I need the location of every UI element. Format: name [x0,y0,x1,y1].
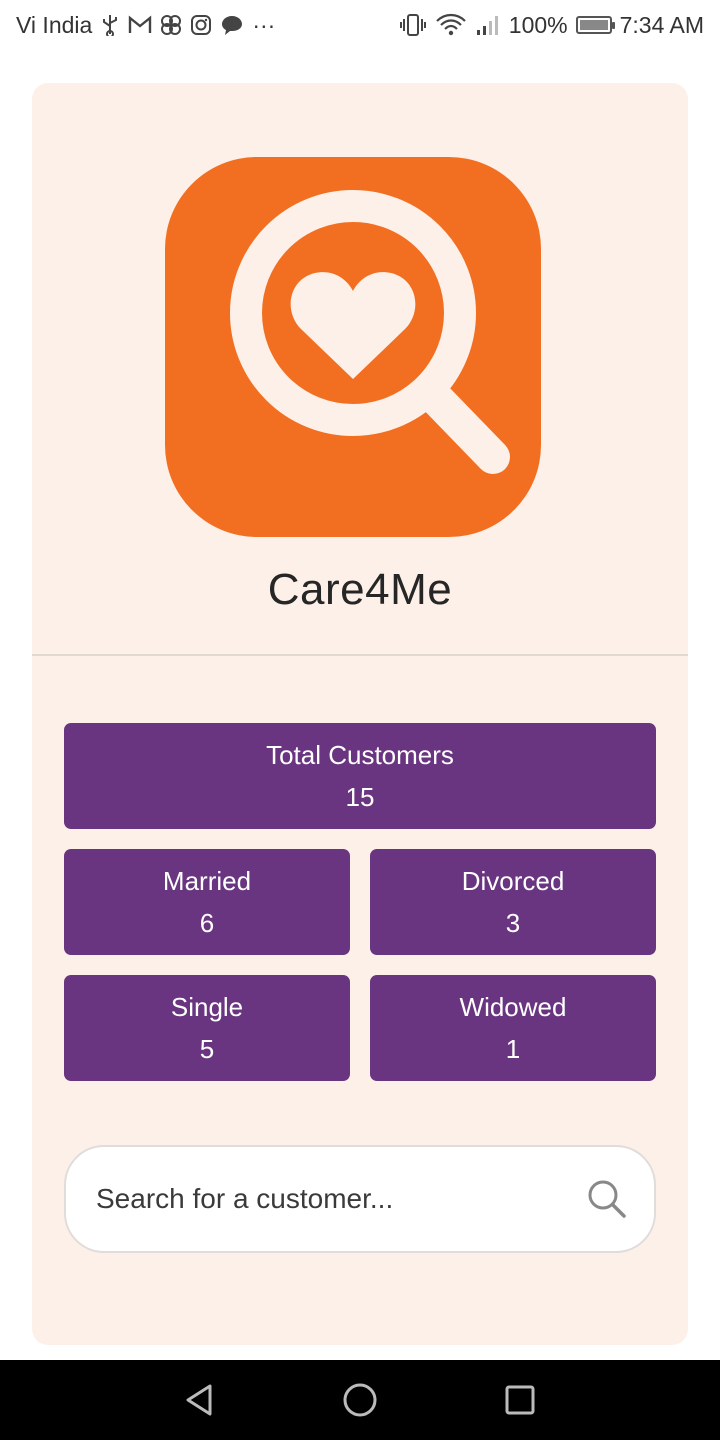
back-triangle-icon[interactable] [170,1370,230,1430]
more-notifications-icon: ··· [252,11,276,38]
instagram-icon [190,14,212,36]
pinwheel-icon [160,14,182,36]
divorced-card[interactable]: Divorced 3 [370,849,656,955]
widowed-card[interactable]: Widowed 1 [370,975,656,1081]
vibrate-icon [399,13,427,37]
screen: Vi India ··· 100% 7:34 AM Care4Me Total … [0,0,720,1440]
battery-percent: 100% [508,11,568,38]
battery-icon [575,16,615,34]
home-circle-icon[interactable] [330,1370,390,1430]
stat-label: Single [170,992,244,1022]
status-bar: Vi India ··· 100% 7:34 AM [0,0,720,50]
gmail-icon [128,15,152,35]
stat-value: 15 [345,782,375,812]
stat-value: 3 [505,908,521,938]
search-icon[interactable] [586,1178,628,1220]
chat-bubble-icon [220,14,244,36]
married-card[interactable]: Married 6 [64,849,350,955]
stat-label: Divorced [461,866,565,896]
clock: 7:34 AM [619,11,704,38]
usb-icon [100,14,120,36]
dashboard-card: Care4Me Total Customers 15 Married 6 Div… [32,83,688,1345]
stat-value: 5 [199,1034,215,1064]
divider [32,654,688,656]
system-nav-bar [0,1360,720,1440]
status-left: Vi India ··· [16,12,275,39]
status-right: 100% 7:34 AM [399,12,704,39]
single-card[interactable]: Single 5 [64,975,350,1081]
care4me-logo-icon [165,157,541,537]
stat-value: 6 [199,908,215,938]
recents-square-icon[interactable] [490,1370,550,1430]
app-name: Care4Me [267,565,453,614]
stat-value: 1 [505,1034,521,1064]
stat-label: Total Customers [266,740,454,770]
total-customers-card[interactable]: Total Customers 15 [64,723,656,829]
stat-label: Married [162,866,252,896]
signal-icon [475,14,501,36]
stat-label: Widowed [459,992,567,1022]
wifi-icon [435,13,467,37]
search-bar[interactable] [64,1145,656,1253]
carrier-label: Vi India [16,11,93,38]
search-input[interactable] [96,1183,586,1215]
